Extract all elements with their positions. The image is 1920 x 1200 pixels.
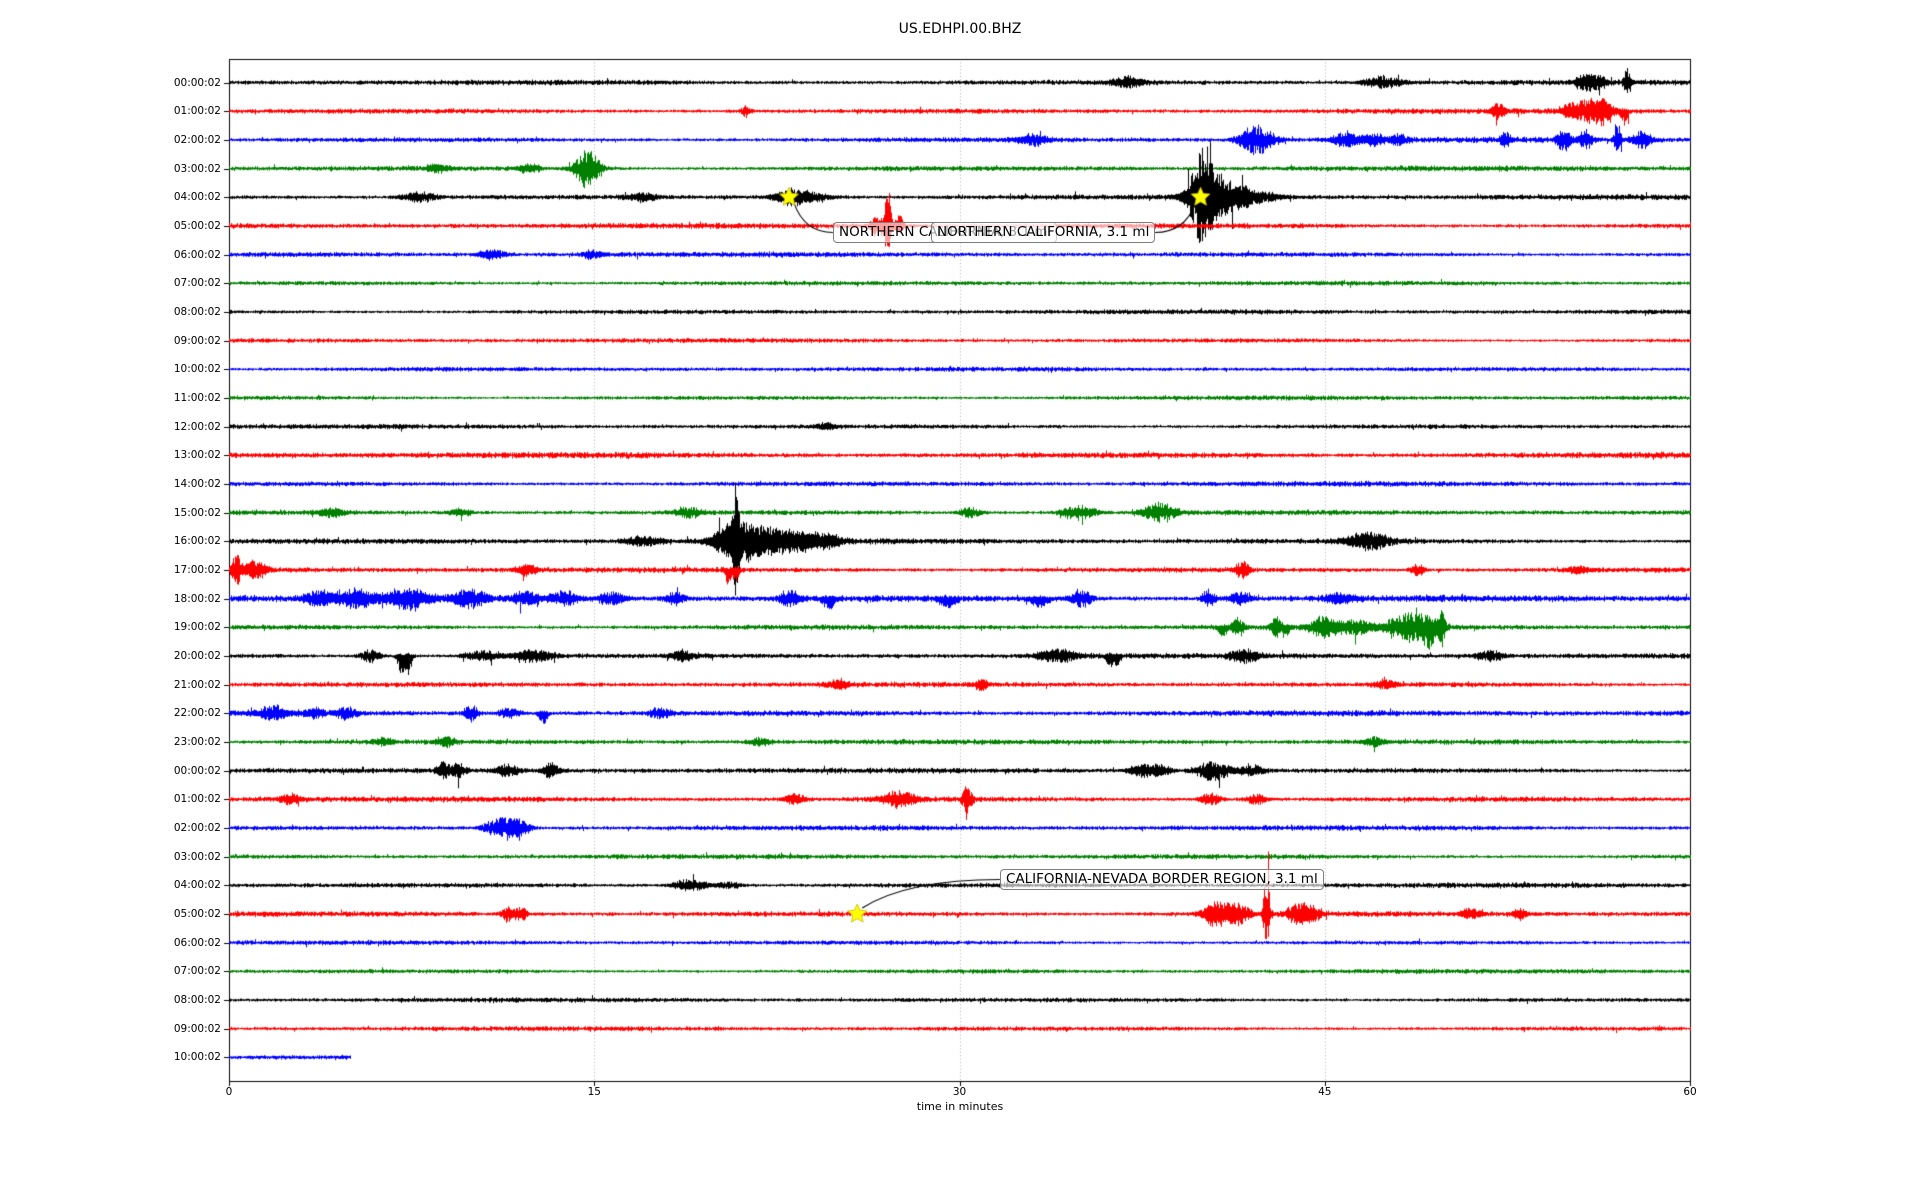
y-axis-label: 06:00:02 (173, 248, 221, 261)
y-axis-label: 13:00:02 (173, 449, 221, 462)
y-axis-label: 20:00:02 (173, 649, 221, 662)
y-axis-label: 19:00:02 (173, 621, 221, 634)
chart-title: US.EDHPI.00.BHZ (898, 21, 1022, 37)
x-tick-label: 45 (1318, 1086, 1332, 1098)
y-axis-label: 10:00:02 (173, 363, 221, 376)
y-axis-label: 09:00:02 (173, 334, 221, 347)
y-axis-label: 23:00:02 (173, 735, 221, 748)
y-axis-label: 07:00:02 (173, 965, 221, 978)
event-annotation: CALIFORNIA-NEVADA BORDER REGION, 3.1 ml (1000, 869, 1324, 890)
x-tick-label: 30 (952, 1086, 967, 1098)
y-axis-label: 08:00:02 (173, 305, 221, 318)
x-tick-label: 60 (1683, 1086, 1697, 1098)
y-axis-label: 01:00:02 (173, 793, 221, 806)
y-axis-label: 17:00:02 (173, 563, 221, 576)
x-axis-label: time in minutes (916, 1100, 1004, 1113)
y-axis-label: 09:00:02 (173, 1022, 221, 1035)
y-axis-label: 21:00:02 (173, 678, 221, 691)
y-axis-label: 03:00:02 (173, 850, 221, 863)
y-axis-label: 10:00:02 (173, 1051, 221, 1064)
y-axis-label: 08:00:02 (173, 994, 221, 1006)
y-axis-label: 18:00:02 (173, 592, 221, 605)
y-axis-label: 05:00:02 (173, 219, 221, 232)
y-axis-label: 04:00:02 (173, 191, 221, 204)
y-axis-label: 12:00:02 (173, 420, 221, 433)
y-axis-label: 14:00:02 (173, 477, 221, 490)
y-axis-label: 00:00:02 (173, 764, 221, 777)
plot-area (0, 0, 1920, 1200)
y-axis-label: 22:00:02 (173, 707, 221, 720)
y-axis-label: 01:00:02 (173, 105, 221, 118)
y-axis-label: 15:00:02 (173, 506, 221, 519)
y-axis-label: 11:00:02 (173, 391, 221, 404)
y-axis-label: 05:00:02 (173, 907, 221, 920)
y-axis-label: 02:00:02 (173, 133, 221, 146)
x-tick-label: 0 (225, 1086, 233, 1098)
y-axis-label: 16:00:02 (173, 535, 221, 548)
y-axis-label: 02:00:02 (173, 821, 221, 834)
y-axis-label: 00:00:02 (173, 76, 221, 89)
seismogram-figure: US.EDHPI.00.BHZ 00:00:02 01:00:02 02:00:02… (0, 0, 1920, 1200)
y-axis-label: 06:00:02 (173, 936, 221, 949)
x-tick-label: 15 (587, 1086, 601, 1098)
event-annotation: NORTHERN CALIFORNIA, 3.1 ml (931, 222, 1156, 243)
y-axis-label: 07:00:02 (173, 277, 221, 290)
y-axis-label: 04:00:02 (173, 879, 221, 892)
y-axis-label: 03:00:02 (173, 162, 221, 175)
y-axis-labels: 00:00:02 01:00:02 02:00:02 03:00:02 04:00:02… (0, 0, 221, 1200)
